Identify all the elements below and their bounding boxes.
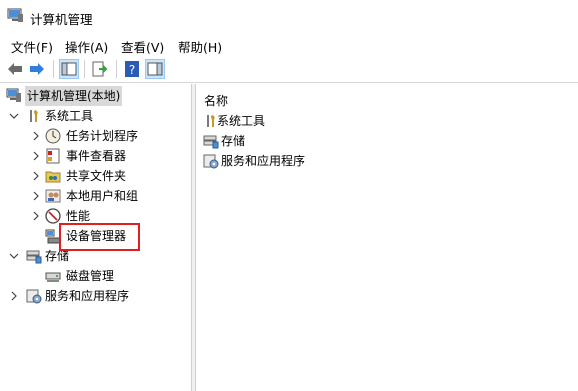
column-header-name[interactable]: 名称 [204,92,228,109]
tree-label: 本地用户和组 [66,189,139,203]
show-action-pane-button[interactable] [145,59,165,79]
storage-icon [203,135,219,149]
details-pane: 名称 系统工具 存储 服务和应用程序 [195,84,578,391]
chevron-right-icon[interactable] [31,211,41,221]
highlight-box [59,223,140,251]
toolbar: ? [0,56,578,83]
chevron-right-icon[interactable] [9,291,19,301]
list-item[interactable]: 存储 [203,131,573,151]
tree-system-tools[interactable]: 系统工具 [0,106,191,126]
clock-icon [45,128,61,144]
chevron-down-icon[interactable] [9,111,19,121]
shared-folder-icon [45,171,61,183]
tree-shared-folders[interactable]: 共享文件夹 [0,166,191,186]
tree-task-scheduler[interactable]: 任务计划程序 [0,126,191,146]
tree-label: 共享文件夹 [66,169,127,183]
show-console-tree-button[interactable] [59,59,79,79]
performance-icon [45,208,61,224]
list-item-label: 存储 [221,134,246,148]
event-icon [46,148,60,164]
chevron-right-icon[interactable] [31,171,41,181]
disk-icon [45,272,61,282]
list-item[interactable]: 系统工具 [203,111,573,131]
services-icon [203,154,219,169]
properties-icon [147,62,163,76]
list-item-label: 服务和应用程序 [221,154,306,168]
tree-root[interactable]: 计算机管理(本地) [0,86,191,106]
tree-label: 服务和应用程序 [45,289,130,303]
tools-icon [30,110,38,122]
console-tree-icon [61,62,77,76]
chevron-right-icon[interactable] [31,131,41,141]
tree-label: 磁盘管理 [66,269,115,283]
tree-label: 事件查看器 [66,149,127,163]
export-icon[interactable] [90,59,110,79]
chevron-right-icon[interactable] [31,191,41,201]
tree-local-users[interactable]: 本地用户和组 [0,186,191,206]
menu-help[interactable]: 帮助(H) [178,37,222,56]
back-arrow-icon[interactable] [5,59,25,79]
window-title: 计算机管理 [30,12,93,27]
list-item-label: 系统工具 [217,114,266,128]
tree-event-viewer[interactable]: 事件查看器 [0,146,191,166]
storage-icon [26,250,42,264]
menu-action[interactable]: 操作(A) [65,37,108,56]
toolbar-separator [116,60,117,78]
chevron-right-icon[interactable] [31,151,41,161]
tree-label: 系统工具 [45,109,94,123]
tree-label: 任务计划程序 [66,129,139,143]
menu-view[interactable]: 查看(V) [121,37,164,56]
menu-file[interactable]: 文件(F) [11,37,53,56]
tree-root-label: 计算机管理(本地) [25,86,123,106]
services-icon [26,289,42,304]
toolbar-separator [84,60,85,78]
tree-disk-management[interactable]: 磁盘管理 [0,266,191,286]
tree-services-apps[interactable]: 服务和应用程序 [0,286,191,306]
svg-text:?: ? [129,63,135,77]
chevron-down-icon[interactable] [9,251,19,261]
help-icon[interactable]: ? [122,59,142,79]
users-icon [45,189,61,203]
menu-bar: 文件(F) 操作(A) 查看(V) 帮助(H) [0,34,578,56]
list-item[interactable]: 服务和应用程序 [203,151,573,171]
title-bar: 计算机管理 [0,0,578,34]
computer-icon [7,8,23,22]
toolbar-separator [53,60,54,78]
forward-arrow-icon[interactable] [27,59,47,79]
computer-icon [6,88,21,102]
